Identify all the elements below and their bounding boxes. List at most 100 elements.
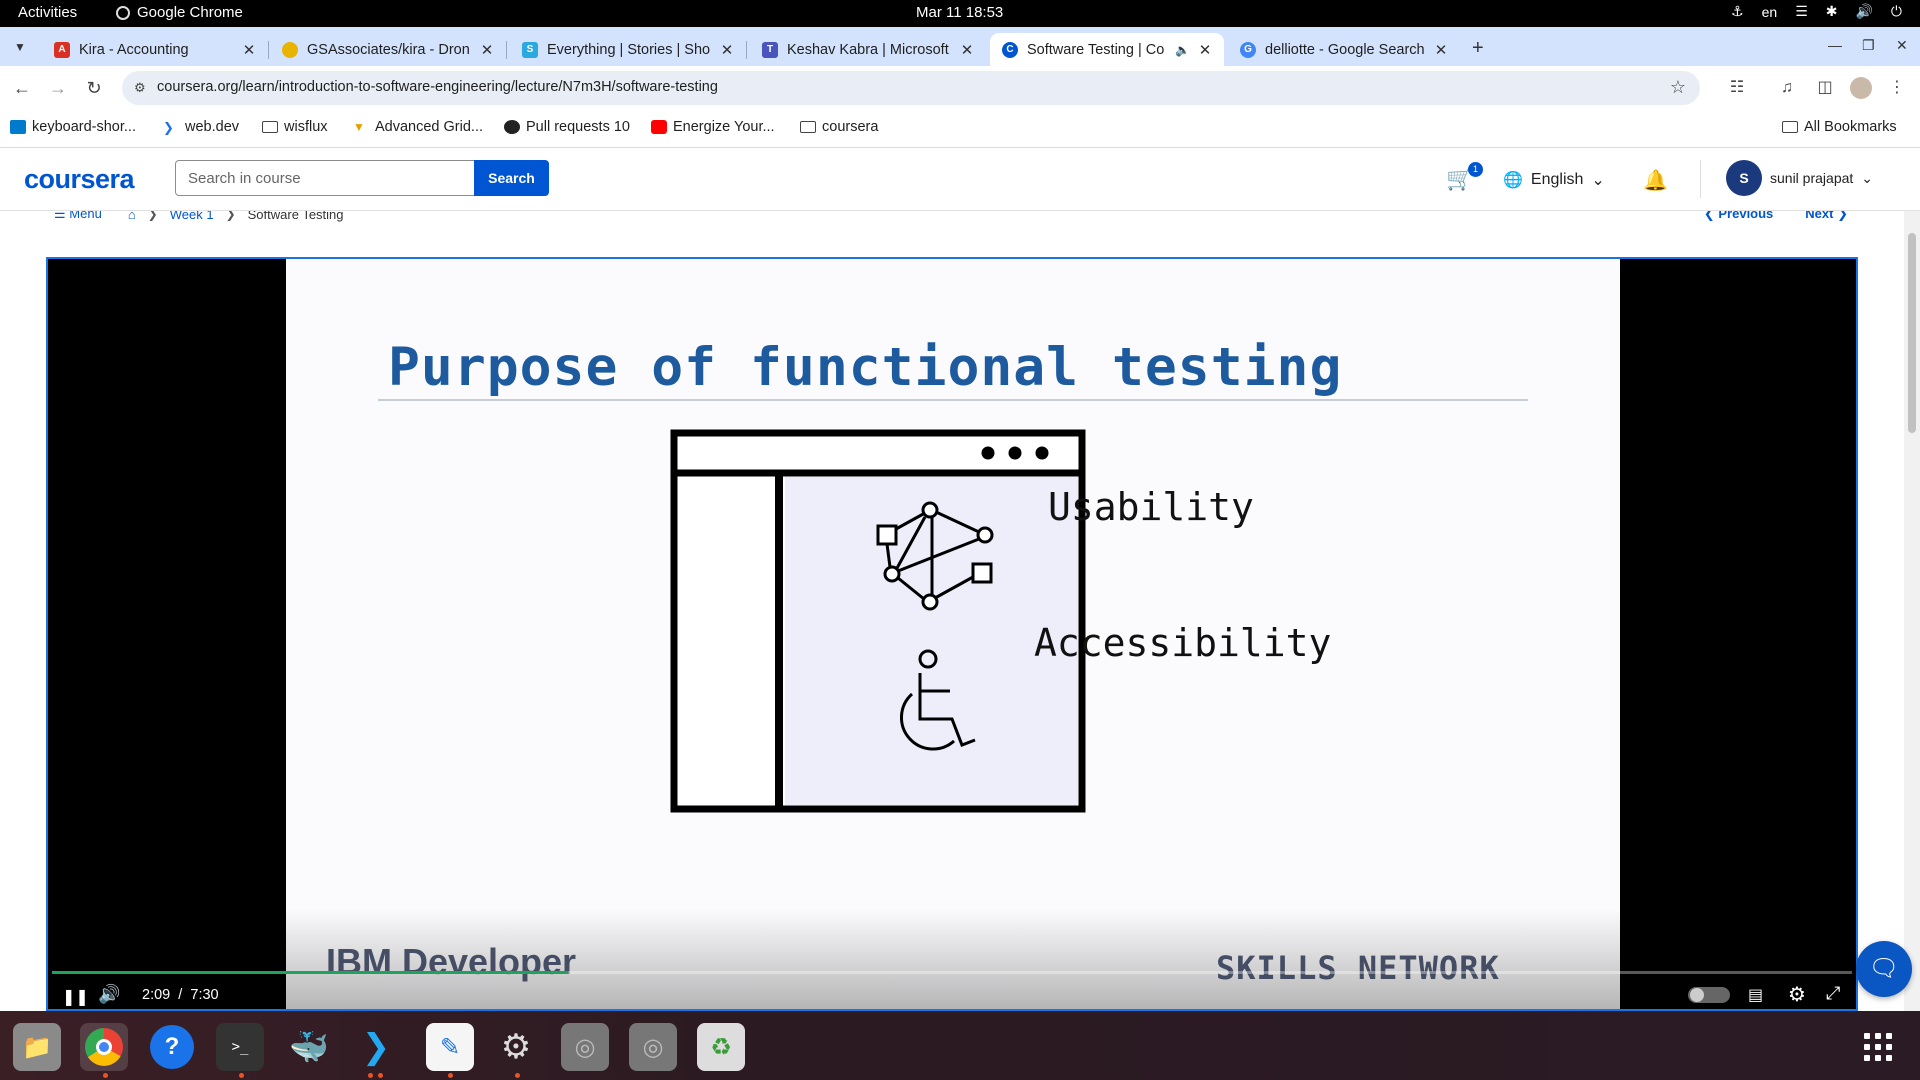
- chevron-down-icon: ⌄: [1861, 169, 1874, 186]
- cart-icon[interactable]: 🛒 1: [1446, 162, 1483, 194]
- scrollbar-thumb[interactable]: [1908, 233, 1916, 433]
- new-tab-button[interactable]: +: [1472, 37, 1484, 60]
- system-top-bar: Activities Google Chrome Mar 11 18:53 ⚓ …: [0, 0, 1920, 27]
- video-progress-bar[interactable]: [52, 971, 1852, 974]
- search-button[interactable]: Search: [474, 160, 549, 196]
- app-menu[interactable]: Google Chrome: [116, 4, 243, 21]
- power-icon[interactable]: ⏻: [1891, 3, 1902, 20]
- current-time: 2:09: [142, 987, 171, 1003]
- forward-button[interactable]: →: [46, 76, 70, 100]
- tab-gsassociates[interactable]: GSAssociates/kira - Dron ✕: [270, 33, 507, 66]
- user-menu[interactable]: S sunil prajapat ⌄: [1726, 160, 1873, 196]
- profile-avatar-icon[interactable]: [1850, 77, 1872, 99]
- browser-toolbar: ← → ↻ ⚙ coursera.org/learn/introduction-…: [0, 66, 1920, 110]
- close-icon[interactable]: ✕: [1432, 41, 1450, 59]
- bookmark-wisflux[interactable]: wisflux: [262, 119, 328, 135]
- docker-tray-icon[interactable]: ⚓: [1731, 3, 1744, 20]
- reload-button[interactable]: ↻: [82, 76, 106, 100]
- app-name: Google Chrome: [137, 4, 243, 21]
- tab-keshav-kabra[interactable]: T Keshav Kabra | Microsoft ✕: [750, 33, 986, 66]
- pause-button[interactable]: ❚❚: [62, 987, 89, 1007]
- slide-label-usability: Usability: [1048, 485, 1254, 529]
- tab-software-testing[interactable]: C Software Testing | Co 🔈 ✕: [990, 33, 1224, 66]
- media-control-icon[interactable]: ♫: [1776, 77, 1798, 99]
- settings-gear-icon[interactable]: ⚙: [1788, 982, 1806, 1007]
- bookmark-label: All Bookmarks: [1804, 119, 1897, 135]
- fullscreen-icon[interactable]: ⤢: [1826, 983, 1840, 1004]
- bookmark-advanced-grid[interactable]: ▼ Advanced Grid...: [353, 119, 483, 135]
- system-tray[interactable]: ⚓ en ☰ ✱ 🔊 ⏻: [1731, 3, 1902, 20]
- youtube-icon: [651, 120, 667, 134]
- bookmark-keyboard-shortcuts[interactable]: keyboard-shor...: [10, 119, 136, 135]
- tab-strip: ▼ A Kira - Accounting ✕ GSAssociates/kir…: [0, 27, 1920, 66]
- bookmark-energize[interactable]: Energize Your...: [651, 119, 775, 135]
- search-input[interactable]: [175, 160, 475, 196]
- tab-kira-accounting[interactable]: A Kira - Accounting ✕: [42, 33, 269, 66]
- menu-button[interactable]: ☰ Menu: [54, 211, 102, 222]
- page-scrollbar[interactable]: [1904, 211, 1920, 1011]
- folder-icon: [1782, 121, 1798, 133]
- wifi-icon[interactable]: ☰: [1795, 3, 1808, 20]
- bookmark-pull-requests[interactable]: Pull requests 10: [504, 119, 630, 135]
- close-icon[interactable]: ✕: [1196, 41, 1214, 59]
- help-app-icon[interactable]: ?: [150, 1025, 194, 1069]
- clock[interactable]: Mar 11 18:53: [916, 4, 1003, 21]
- text-editor-app-icon[interactable]: ✎: [426, 1023, 474, 1071]
- breadcrumb-week[interactable]: Week 1: [170, 211, 214, 222]
- close-icon[interactable]: ✕: [958, 41, 976, 59]
- bookmark-web-dev[interactable]: ❯ web.dev: [163, 119, 239, 135]
- bluetooth-icon[interactable]: ✱: [1826, 3, 1838, 20]
- minimize-icon[interactable]: —: [1828, 37, 1842, 53]
- tab-search-button[interactable]: ▼: [8, 35, 32, 59]
- close-icon[interactable]: ✕: [718, 41, 736, 59]
- disk-app-icon[interactable]: ◎: [561, 1023, 609, 1071]
- address-bar[interactable]: ⚙ coursera.org/learn/introduction-to-sof…: [122, 71, 1700, 105]
- next-button[interactable]: Next ❯: [1805, 211, 1848, 222]
- duration: 7:30: [190, 987, 219, 1003]
- activities-button[interactable]: Activities: [18, 4, 77, 21]
- trash-icon[interactable]: ♻: [697, 1023, 745, 1071]
- previous-button[interactable]: ❮ Previous: [1704, 211, 1773, 222]
- bookmark-coursera[interactable]: coursera: [800, 119, 878, 135]
- subtitles-icon[interactable]: ▤: [1748, 985, 1763, 1005]
- window-close-icon[interactable]: ✕: [1896, 37, 1908, 54]
- tab-delliotte-search[interactable]: G delliotte - Google Search ✕: [1228, 33, 1460, 66]
- site-info-icon[interactable]: ⚙: [134, 80, 150, 96]
- docker-app-icon[interactable]: 🐳: [285, 1023, 333, 1071]
- header-divider: [1700, 160, 1701, 198]
- maximize-icon[interactable]: ❐: [1862, 37, 1875, 54]
- volume-button[interactable]: 🔊: [98, 984, 120, 1005]
- terminal-app-icon[interactable]: >_: [216, 1023, 264, 1071]
- video-player[interactable]: Purpose of functional testing Usability …: [46, 257, 1858, 1011]
- more-menu-icon[interactable]: ⋮: [1886, 77, 1908, 99]
- coursera-logo[interactable]: coursera: [24, 164, 135, 195]
- notifications-bell-icon[interactable]: 🔔: [1643, 168, 1668, 193]
- disk-app-icon-2[interactable]: ◎: [629, 1023, 677, 1071]
- all-bookmarks-button[interactable]: All Bookmarks: [1782, 119, 1897, 135]
- vscode-app-icon[interactable]: ❯: [352, 1023, 400, 1071]
- chrome-app-icon[interactable]: [80, 1023, 128, 1071]
- bookmark-star-icon[interactable]: ☆: [1670, 77, 1686, 98]
- side-panel-icon[interactable]: ◫: [1814, 77, 1836, 99]
- close-icon[interactable]: ✕: [240, 41, 258, 59]
- home-icon[interactable]: ⌂: [128, 211, 136, 222]
- extensions-icon[interactable]: ☷: [1726, 77, 1748, 99]
- language-selector[interactable]: 🌐 English ⌄: [1503, 170, 1605, 190]
- files-app-icon[interactable]: 📁: [13, 1023, 61, 1071]
- autoplay-toggle[interactable]: [1688, 987, 1730, 1003]
- chat-help-button[interactable]: 🗨: [1856, 941, 1912, 997]
- keyboard-layout[interactable]: en: [1762, 4, 1778, 20]
- close-icon[interactable]: ✕: [478, 41, 496, 59]
- show-apps-grid-icon[interactable]: [1864, 1033, 1892, 1061]
- tab-title: GSAssociates/kira - Dron: [307, 41, 470, 58]
- url-text[interactable]: coursera.org/learn/introduction-to-softw…: [157, 79, 718, 95]
- settings-app-icon[interactable]: ⚙: [492, 1023, 540, 1071]
- chevron-right-icon: ❯: [147, 211, 158, 221]
- tab-favicon: G: [1240, 41, 1256, 58]
- volume-icon[interactable]: 🔊: [1855, 3, 1872, 20]
- speaker-icon[interactable]: 🔈: [1175, 43, 1190, 57]
- back-button[interactable]: ←: [10, 76, 34, 100]
- tab-everything-stories[interactable]: S Everything | Stories | Sho ✕: [510, 33, 747, 66]
- chrome-icon: [116, 5, 130, 20]
- chevron-right-icon: ❯: [225, 211, 236, 221]
